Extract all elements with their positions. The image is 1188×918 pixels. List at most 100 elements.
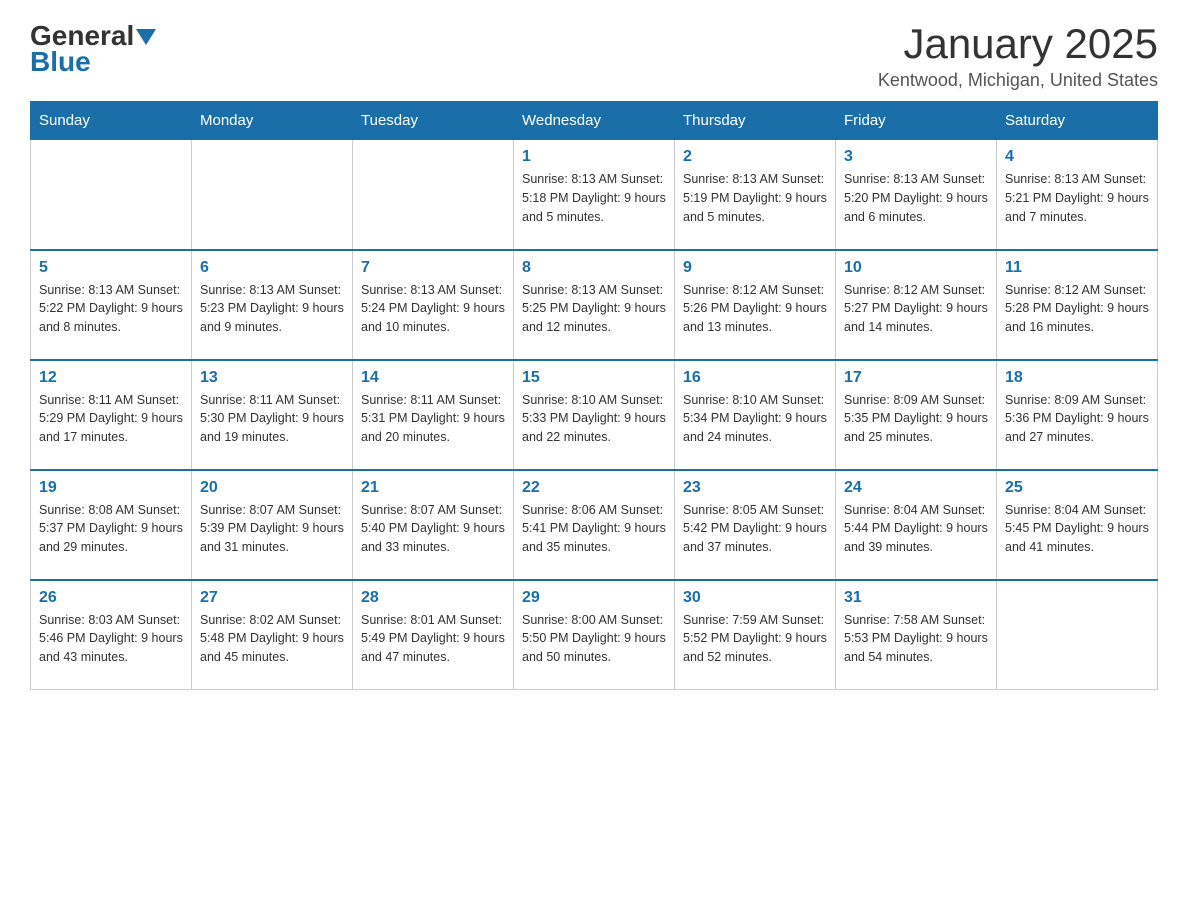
- calendar-day-cell: 15Sunrise: 8:10 AM Sunset: 5:33 PM Dayli…: [514, 360, 675, 470]
- day-info: Sunrise: 8:07 AM Sunset: 5:39 PM Dayligh…: [200, 501, 344, 557]
- day-number: 19: [39, 479, 183, 497]
- day-info: Sunrise: 8:11 AM Sunset: 5:30 PM Dayligh…: [200, 391, 344, 447]
- calendar-week-row: 19 Sunrise: 8:08 AM Sunset: 5:37 PM Dayli…: [31, 470, 1158, 580]
- calendar-day-cell: 31Sunrise: 7:58 AM Sunset: 5:53 PM Dayli…: [836, 580, 997, 690]
- day-info: Sunrise: 8:13 AM Sunset: 5:22 PM Dayligh…: [39, 281, 183, 337]
- day-number: 26: [39, 589, 183, 607]
- day-info: Sunrise: 8:13 AM Sunset: 5:19 PM Dayligh…: [683, 170, 827, 226]
- calendar-day-cell: 2Sunrise: 8:13 AM Sunset: 5:19 PM Daylig…: [675, 140, 836, 250]
- day-info: Sunrise: 8:06 AM Sunset: 5:41 PM Dayligh…: [522, 501, 666, 557]
- day-info: Sunrise: 8:13 AM Sunset: 5:24 PM Dayligh…: [361, 281, 505, 337]
- month-title: January 2025: [878, 20, 1158, 68]
- day-number: 22: [522, 479, 666, 497]
- calendar-day-cell: 19 Sunrise: 8:08 AM Sunset: 5:37 PM Dayli…: [31, 470, 192, 580]
- calendar-day-cell: 1 Sunrise: 8:13 AM Sunset: 5:18 PM Daylig…: [514, 140, 675, 250]
- calendar-day-cell: 4 Sunrise: 8:13 AM Sunset: 5:21 PM Daylig…: [997, 140, 1158, 250]
- day-number: 5: [39, 259, 183, 277]
- day-info: Sunrise: 8:11 AM Sunset: 5:29 PM Dayligh…: [39, 391, 183, 447]
- day-info: Sunrise: 8:10 AM Sunset: 5:33 PM Dayligh…: [522, 391, 666, 447]
- day-number: 6: [200, 259, 344, 277]
- calendar-day-cell: 22 Sunrise: 8:06 AM Sunset: 5:41 PM Dayli…: [514, 470, 675, 580]
- day-number: 13: [200, 369, 344, 387]
- day-info: Sunrise: 8:12 AM Sunset: 5:28 PM Dayligh…: [1005, 281, 1149, 337]
- day-number: 30: [683, 589, 827, 607]
- calendar-day-cell: [31, 140, 192, 250]
- logo-triangle-icon: [136, 27, 156, 47]
- calendar-day-cell: [353, 140, 514, 250]
- title-section: January 2025 Kentwood, Michigan, United …: [878, 20, 1158, 91]
- calendar-day-cell: 10Sunrise: 8:12 AM Sunset: 5:27 PM Dayli…: [836, 250, 997, 360]
- day-info: Sunrise: 8:08 AM Sunset: 5:37 PM Dayligh…: [39, 501, 183, 557]
- day-info: Sunrise: 8:13 AM Sunset: 5:21 PM Dayligh…: [1005, 170, 1149, 226]
- day-info: Sunrise: 8:02 AM Sunset: 5:48 PM Dayligh…: [200, 611, 344, 667]
- calendar-day-header: Thursday: [675, 102, 836, 140]
- day-number: 9: [683, 259, 827, 277]
- day-number: 25: [1005, 479, 1149, 497]
- calendar-day-cell: 7 Sunrise: 8:13 AM Sunset: 5:24 PM Daylig…: [353, 250, 514, 360]
- day-number: 23: [683, 479, 827, 497]
- day-number: 16: [683, 369, 827, 387]
- calendar-day-header: Sunday: [31, 102, 192, 140]
- calendar-day-cell: 8 Sunrise: 8:13 AM Sunset: 5:25 PM Daylig…: [514, 250, 675, 360]
- day-info: Sunrise: 7:59 AM Sunset: 5:52 PM Dayligh…: [683, 611, 827, 667]
- logo: General Blue: [30, 20, 156, 78]
- calendar-day-cell: 12 Sunrise: 8:11 AM Sunset: 5:29 PM Dayli…: [31, 360, 192, 470]
- day-info: Sunrise: 8:13 AM Sunset: 5:18 PM Dayligh…: [522, 170, 666, 226]
- day-number: 7: [361, 259, 505, 277]
- calendar-day-cell: 3Sunrise: 8:13 AM Sunset: 5:20 PM Daylig…: [836, 140, 997, 250]
- day-number: 27: [200, 589, 344, 607]
- calendar-week-row: 12 Sunrise: 8:11 AM Sunset: 5:29 PM Dayli…: [31, 360, 1158, 470]
- day-info: Sunrise: 8:13 AM Sunset: 5:20 PM Dayligh…: [844, 170, 988, 226]
- day-number: 8: [522, 259, 666, 277]
- calendar-day-header: Friday: [836, 102, 997, 140]
- calendar-day-cell: 28 Sunrise: 8:01 AM Sunset: 5:49 PM Dayli…: [353, 580, 514, 690]
- calendar-day-cell: 14Sunrise: 8:11 AM Sunset: 5:31 PM Dayli…: [353, 360, 514, 470]
- calendar-day-cell: 9 Sunrise: 8:12 AM Sunset: 5:26 PM Daylig…: [675, 250, 836, 360]
- calendar-day-cell: 25 Sunrise: 8:04 AM Sunset: 5:45 PM Dayli…: [997, 470, 1158, 580]
- day-info: Sunrise: 8:09 AM Sunset: 5:36 PM Dayligh…: [1005, 391, 1149, 447]
- day-info: Sunrise: 8:00 AM Sunset: 5:50 PM Dayligh…: [522, 611, 666, 667]
- calendar-day-cell: 27 Sunrise: 8:02 AM Sunset: 5:48 PM Dayli…: [192, 580, 353, 690]
- day-info: Sunrise: 8:09 AM Sunset: 5:35 PM Dayligh…: [844, 391, 988, 447]
- calendar-day-cell: [192, 140, 353, 250]
- calendar-day-cell: 29Sunrise: 8:00 AM Sunset: 5:50 PM Dayli…: [514, 580, 675, 690]
- day-info: Sunrise: 8:10 AM Sunset: 5:34 PM Dayligh…: [683, 391, 827, 447]
- calendar-day-cell: 16 Sunrise: 8:10 AM Sunset: 5:34 PM Dayli…: [675, 360, 836, 470]
- calendar-day-cell: 6 Sunrise: 8:13 AM Sunset: 5:23 PM Daylig…: [192, 250, 353, 360]
- calendar-day-cell: 17Sunrise: 8:09 AM Sunset: 5:35 PM Dayli…: [836, 360, 997, 470]
- day-number: 4: [1005, 148, 1149, 166]
- calendar-week-row: 5 Sunrise: 8:13 AM Sunset: 5:22 PM Daylig…: [31, 250, 1158, 360]
- calendar-day-cell: 11Sunrise: 8:12 AM Sunset: 5:28 PM Dayli…: [997, 250, 1158, 360]
- calendar-week-row: 26 Sunrise: 8:03 AM Sunset: 5:46 PM Dayli…: [31, 580, 1158, 690]
- calendar-day-cell: 26 Sunrise: 8:03 AM Sunset: 5:46 PM Dayli…: [31, 580, 192, 690]
- calendar-day-cell: 13 Sunrise: 8:11 AM Sunset: 5:30 PM Dayli…: [192, 360, 353, 470]
- day-number: 1: [522, 148, 666, 166]
- calendar-day-header: Wednesday: [514, 102, 675, 140]
- day-number: 31: [844, 589, 988, 607]
- calendar-day-cell: 5 Sunrise: 8:13 AM Sunset: 5:22 PM Daylig…: [31, 250, 192, 360]
- day-number: 21: [361, 479, 505, 497]
- calendar-header-row: SundayMondayTuesdayWednesdayThursdayFrid…: [31, 102, 1158, 140]
- day-info: Sunrise: 8:01 AM Sunset: 5:49 PM Dayligh…: [361, 611, 505, 667]
- day-info: Sunrise: 8:03 AM Sunset: 5:46 PM Dayligh…: [39, 611, 183, 667]
- day-info: Sunrise: 8:12 AM Sunset: 5:26 PM Dayligh…: [683, 281, 827, 337]
- day-number: 18: [1005, 369, 1149, 387]
- day-info: Sunrise: 8:07 AM Sunset: 5:40 PM Dayligh…: [361, 501, 505, 557]
- calendar-day-header: Tuesday: [353, 102, 514, 140]
- calendar-day-cell: 30 Sunrise: 7:59 AM Sunset: 5:52 PM Dayli…: [675, 580, 836, 690]
- day-number: 24: [844, 479, 988, 497]
- day-number: 28: [361, 589, 505, 607]
- calendar-day-cell: 21 Sunrise: 8:07 AM Sunset: 5:40 PM Dayli…: [353, 470, 514, 580]
- day-info: Sunrise: 8:04 AM Sunset: 5:44 PM Dayligh…: [844, 501, 988, 557]
- calendar-table: SundayMondayTuesdayWednesdayThursdayFrid…: [30, 101, 1158, 690]
- location-subtitle: Kentwood, Michigan, United States: [878, 70, 1158, 91]
- day-info: Sunrise: 8:13 AM Sunset: 5:25 PM Dayligh…: [522, 281, 666, 337]
- calendar-day-cell: 18 Sunrise: 8:09 AM Sunset: 5:36 PM Dayli…: [997, 360, 1158, 470]
- calendar-day-header: Monday: [192, 102, 353, 140]
- calendar-day-cell: 24 Sunrise: 8:04 AM Sunset: 5:44 PM Dayli…: [836, 470, 997, 580]
- calendar-week-row: 1 Sunrise: 8:13 AM Sunset: 5:18 PM Daylig…: [31, 140, 1158, 250]
- day-number: 12: [39, 369, 183, 387]
- day-info: Sunrise: 8:13 AM Sunset: 5:23 PM Dayligh…: [200, 281, 344, 337]
- day-number: 14: [361, 369, 505, 387]
- day-info: Sunrise: 8:04 AM Sunset: 5:45 PM Dayligh…: [1005, 501, 1149, 557]
